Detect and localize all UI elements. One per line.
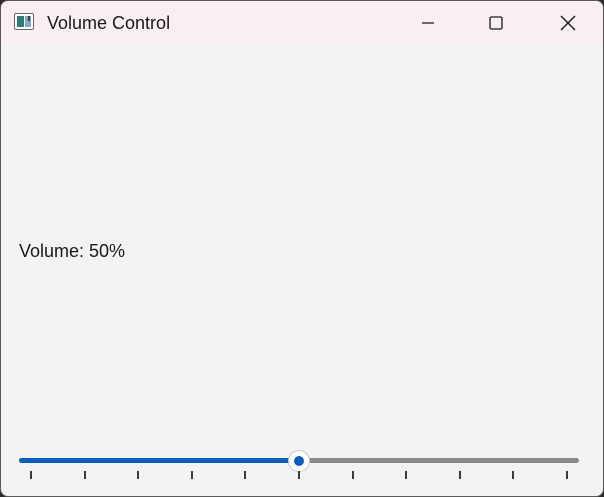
slider-tick bbox=[512, 471, 515, 479]
minimize-button[interactable] bbox=[405, 1, 451, 45]
close-icon bbox=[560, 15, 576, 31]
slider-tick bbox=[30, 471, 32, 479]
slider-tick bbox=[405, 471, 408, 479]
slider-tick bbox=[137, 471, 140, 479]
slider-tick bbox=[190, 471, 193, 479]
slider-tick bbox=[244, 471, 247, 479]
slider-tick bbox=[83, 471, 86, 479]
slider-tick bbox=[351, 471, 354, 479]
window-title: Volume Control bbox=[47, 13, 171, 33]
slider-tick bbox=[458, 471, 461, 479]
slider-tick bbox=[298, 471, 300, 479]
slider-thumb-center bbox=[294, 456, 304, 466]
slider-track-fill bbox=[19, 458, 299, 463]
app-window-icon bbox=[14, 13, 34, 30]
title-bar[interactable]: Volume Control bbox=[1, 1, 603, 45]
slider-thumb[interactable] bbox=[288, 450, 310, 472]
maximize-button[interactable] bbox=[473, 1, 519, 45]
volume-label: Volume: 50% bbox=[19, 241, 126, 261]
app-window: Volume Control Volume: 50% bbox=[0, 0, 604, 497]
volume-slider[interactable] bbox=[19, 446, 579, 482]
maximize-icon bbox=[489, 16, 503, 30]
minimize-icon bbox=[422, 22, 434, 24]
slider-tick bbox=[566, 471, 568, 479]
close-button[interactable] bbox=[545, 1, 591, 45]
